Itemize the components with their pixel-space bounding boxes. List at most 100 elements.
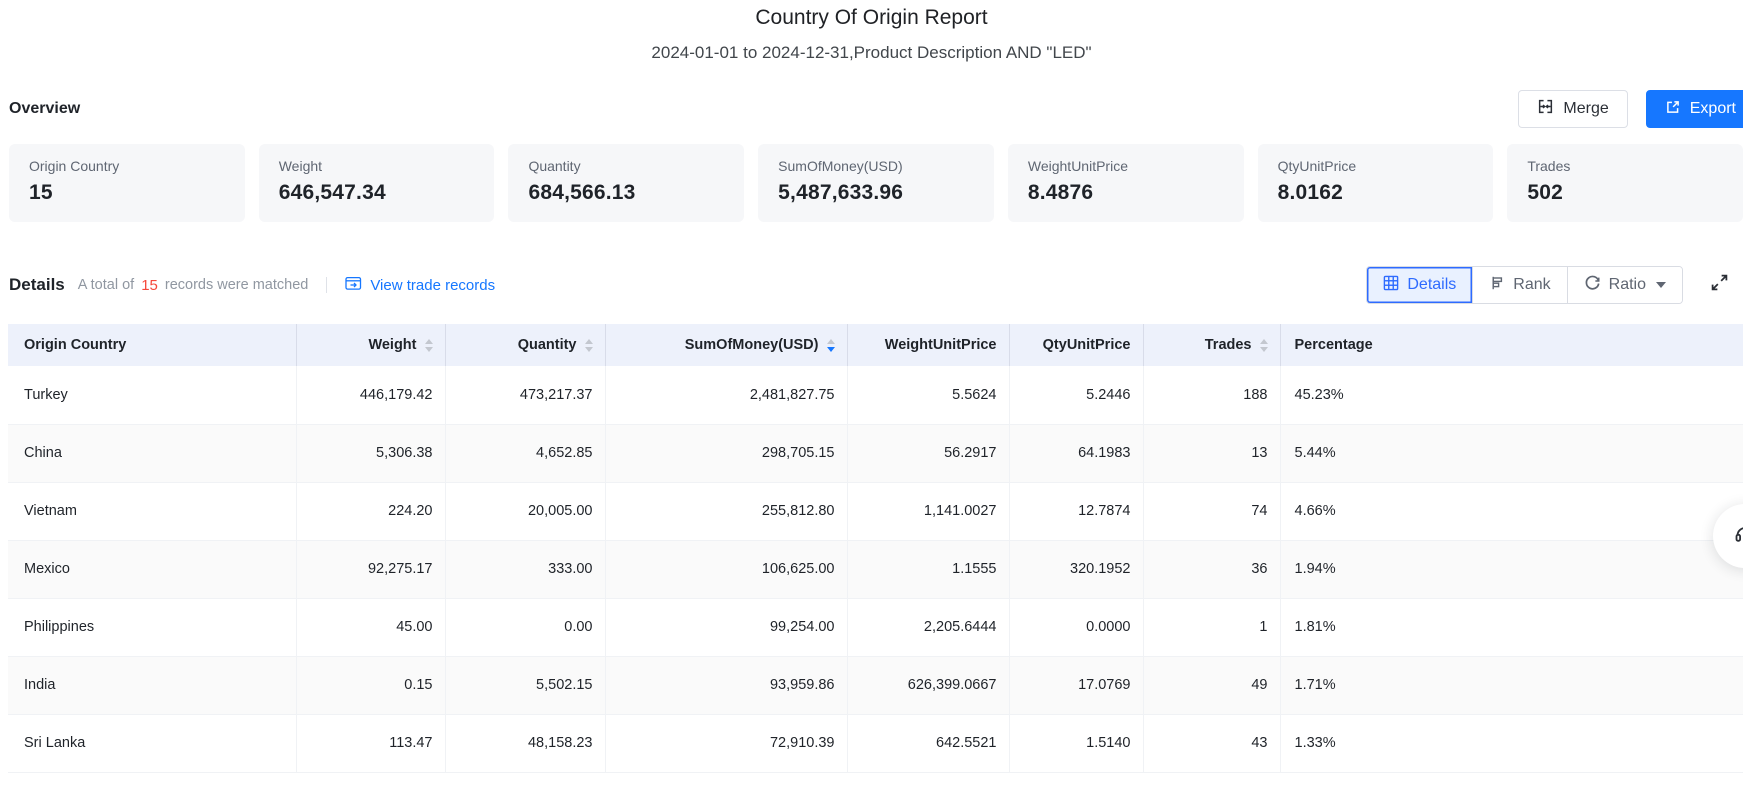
table-cell: 1.94% xyxy=(1280,540,1743,598)
table-cell: Vietnam xyxy=(8,482,296,540)
table-cell: 2,205.6444 xyxy=(847,598,1009,656)
matched-summary: A total of 15 records were matched xyxy=(78,277,309,294)
table-cell: 74 xyxy=(1143,482,1280,540)
export-icon xyxy=(1665,99,1681,120)
header-percentage: Percentage xyxy=(1280,324,1743,366)
fullscreen-icon xyxy=(1710,273,1729,297)
table-cell: 446,179.42 xyxy=(296,366,445,424)
table-cell: 320.1952 xyxy=(1009,540,1143,598)
column-label: Quantity xyxy=(518,337,577,353)
merge-icon xyxy=(1537,98,1554,120)
section-divider xyxy=(326,277,327,293)
table-cell: 1 xyxy=(1143,598,1280,656)
view-trade-records-label: View trade records xyxy=(370,277,495,294)
column-label: Trades xyxy=(1205,337,1252,353)
trade-records-icon xyxy=(345,276,362,295)
table-icon xyxy=(1383,275,1399,296)
stat-label: Trades xyxy=(1527,158,1723,174)
table-cell: 1.5140 xyxy=(1009,714,1143,772)
table-cell: 12.7874 xyxy=(1009,482,1143,540)
stat-label: Quantity xyxy=(528,158,724,174)
column-label: QtyUnitPrice xyxy=(1043,337,1131,353)
table-cell: 49 xyxy=(1143,656,1280,714)
table-cell: 188 xyxy=(1143,366,1280,424)
header-weight-sort[interactable]: Weight xyxy=(296,324,445,366)
table-cell: 642.5521 xyxy=(847,714,1009,772)
table-body: Turkey446,179.42473,217.372,481,827.755.… xyxy=(8,366,1743,772)
table-cell: 5,502.15 xyxy=(445,656,605,714)
table-cell: 626,399.0667 xyxy=(847,656,1009,714)
table-cell: 2,481,827.75 xyxy=(605,366,847,424)
table-row: Mexico92,275.17333.00106,625.001.1555320… xyxy=(8,540,1743,598)
sort-icon-active-desc xyxy=(827,339,835,352)
stat-value: 15 xyxy=(29,181,225,205)
stat-label: QtyUnitPrice xyxy=(1278,158,1474,174)
table-cell: 333.00 xyxy=(445,540,605,598)
stat-value: 5,487,633.96 xyxy=(778,181,974,205)
view-trade-records-link[interactable]: View trade records xyxy=(345,276,495,295)
column-label: WeightUnitPrice xyxy=(885,337,997,353)
matched-prefix: A total of xyxy=(78,277,134,293)
tab-ratio-label: Ratio xyxy=(1609,276,1646,294)
header-quantity-sort[interactable]: Quantity xyxy=(445,324,605,366)
table-cell: 48,158.23 xyxy=(445,714,605,772)
table-cell: 4.66% xyxy=(1280,482,1743,540)
stat-card-weight-unit-price: WeightUnitPrice 8.4876 xyxy=(1008,144,1244,222)
table-cell: 473,217.37 xyxy=(445,366,605,424)
column-label: SumOfMoney(USD) xyxy=(685,337,819,353)
right-tools: Details Rank xyxy=(1366,266,1729,304)
table-row: China5,306.384,652.85298,705.1556.291764… xyxy=(8,424,1743,482)
sort-icon xyxy=(1260,339,1268,352)
table-cell: 298,705.15 xyxy=(605,424,847,482)
stat-card-qty-unit-price: QtyUnitPrice 8.0162 xyxy=(1258,144,1494,222)
origin-table: Origin Country Weight Quantity SumOfMone… xyxy=(8,324,1743,773)
merge-button-label: Merge xyxy=(1563,100,1608,118)
chevron-down-icon xyxy=(1656,282,1666,288)
export-button[interactable]: Export xyxy=(1646,90,1743,128)
table-cell: 106,625.00 xyxy=(605,540,847,598)
column-label: Weight xyxy=(368,337,416,353)
column-label: Origin Country xyxy=(24,337,126,353)
rank-icon xyxy=(1489,275,1505,296)
table-cell: 5,306.38 xyxy=(296,424,445,482)
stat-card-trades: Trades 502 xyxy=(1507,144,1743,222)
view-switcher: Details Rank xyxy=(1366,266,1683,304)
table-cell: 1.81% xyxy=(1280,598,1743,656)
merge-button[interactable]: Merge xyxy=(1518,90,1627,128)
table-cell: India xyxy=(8,656,296,714)
details-left: Details A total of 15 records were match… xyxy=(9,275,495,295)
header-origin-country: Origin Country xyxy=(8,324,296,366)
tab-details[interactable]: Details xyxy=(1367,267,1473,303)
overview-heading: Overview xyxy=(9,100,80,118)
stat-card-sum-of-money: SumOfMoney(USD) 5,487,633.96 xyxy=(758,144,994,222)
tab-ratio[interactable]: Ratio xyxy=(1568,267,1682,303)
tab-rank[interactable]: Rank xyxy=(1473,267,1567,303)
stat-card-quantity: Quantity 684,566.13 xyxy=(508,144,744,222)
table-cell: Mexico xyxy=(8,540,296,598)
table-cell: 13 xyxy=(1143,424,1280,482)
matched-suffix: records were matched xyxy=(165,277,308,293)
stat-value: 502 xyxy=(1527,181,1723,205)
table-cell: 5.5624 xyxy=(847,366,1009,424)
stat-value: 8.0162 xyxy=(1278,181,1474,205)
tab-rank-label: Rank xyxy=(1513,276,1550,294)
stat-card-weight: Weight 646,547.34 xyxy=(259,144,495,222)
fullscreen-button[interactable] xyxy=(1710,273,1729,297)
header-sum-of-money-sort[interactable]: SumOfMoney(USD) xyxy=(605,324,847,366)
table-cell: 1.1555 xyxy=(847,540,1009,598)
overview-bar: Overview Merge Export xyxy=(9,90,1743,128)
table-cell: 36 xyxy=(1143,540,1280,598)
table-cell: Sri Lanka xyxy=(8,714,296,772)
table-cell: 99,254.00 xyxy=(605,598,847,656)
table-cell: 224.20 xyxy=(296,482,445,540)
table-cell: 93,959.86 xyxy=(605,656,847,714)
column-label: Percentage xyxy=(1295,337,1373,353)
table-cell: 56.2917 xyxy=(847,424,1009,482)
matched-count: 15 xyxy=(141,277,158,294)
sort-icon xyxy=(425,339,433,352)
table-cell: 43 xyxy=(1143,714,1280,772)
table-cell: 5.44% xyxy=(1280,424,1743,482)
header-trades-sort[interactable]: Trades xyxy=(1143,324,1280,366)
stat-label: SumOfMoney(USD) xyxy=(778,158,974,174)
tab-details-label: Details xyxy=(1407,276,1456,294)
